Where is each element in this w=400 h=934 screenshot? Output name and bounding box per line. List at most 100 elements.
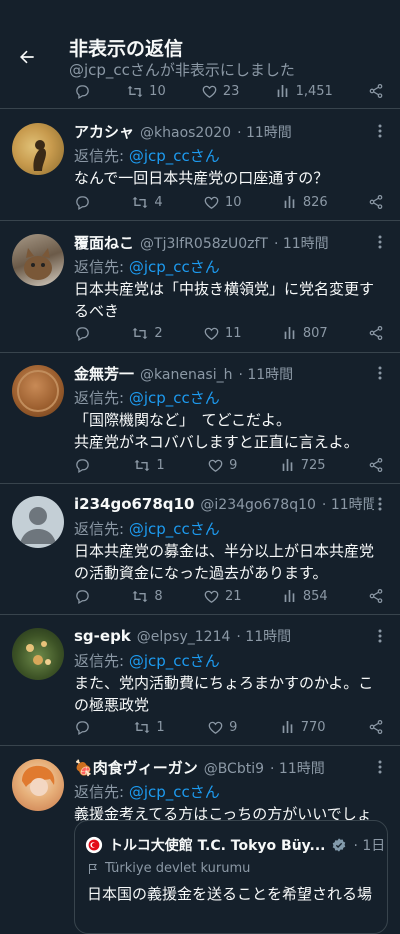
timestamp[interactable]: · 11時間	[237, 122, 292, 142]
reply-tweet[interactable]: アカシャ @khaos2020 · 11時間 返信先: @jcp_ccさん なん…	[0, 121, 400, 231]
like-button[interactable]: 11	[203, 325, 241, 342]
reply-button[interactable]	[74, 325, 91, 342]
avatar[interactable]	[12, 628, 64, 680]
heart-icon	[204, 590, 219, 603]
reply-icon	[76, 589, 89, 604]
display-name[interactable]: sg-epk	[74, 627, 131, 645]
tweet-actions: 2 11 807	[74, 323, 384, 343]
more-options-button[interactable]	[372, 363, 388, 383]
reply-tweet[interactable]: 🍖肉食ヴィーガン @BCbti9 · 11時間 返信先: @jcp_ccさん 義…	[0, 757, 400, 823]
display-name[interactable]: 🍖肉食ヴィーガン	[74, 757, 198, 778]
tweet-text: また、党内活動費にちょろまかすのかよ。この極悪政党	[74, 674, 374, 714]
more-options-button[interactable]	[372, 232, 388, 252]
user-handle[interactable]: @kanenasi_h	[140, 367, 232, 383]
retweet-button[interactable]: 2	[131, 325, 163, 342]
reply-button[interactable]	[74, 719, 91, 736]
views-button[interactable]: 770	[280, 719, 326, 735]
retweet-button[interactable]: 10	[126, 83, 166, 100]
retweet-button[interactable]: 1	[133, 719, 165, 736]
tweet-text: なんで一回日本共産党の口座通すの？	[74, 169, 329, 187]
timestamp[interactable]: · 11時間	[270, 758, 325, 778]
display-name[interactable]: アカシャ	[74, 121, 134, 142]
divider	[0, 745, 400, 746]
avatar[interactable]	[12, 496, 64, 548]
more-options-button[interactable]	[372, 494, 388, 514]
retweet-icon	[134, 459, 150, 471]
share-button[interactable]	[368, 719, 384, 735]
quoted-affiliation: Türkiye devlet kurumu	[87, 861, 250, 876]
retweet-icon	[134, 721, 150, 733]
views-icon	[284, 196, 295, 208]
like-button[interactable]: 10	[203, 194, 241, 211]
like-button[interactable]: 23	[201, 83, 239, 100]
share-icon	[369, 326, 383, 340]
reply-context: 返信先: @jcp_ccさん	[74, 783, 220, 801]
share-icon	[369, 195, 383, 209]
heart-icon	[208, 721, 223, 734]
user-handle[interactable]: @Tj3lfR058zU0zfT	[140, 236, 268, 252]
avatar[interactable]	[12, 365, 64, 417]
avatar[interactable]	[12, 123, 64, 175]
more-dots-icon	[378, 235, 382, 249]
like-button[interactable]: 9	[207, 457, 237, 474]
more-options-button[interactable]	[372, 757, 388, 777]
display-name[interactable]: i234go678q10	[74, 495, 194, 513]
reply-context: 返信先: @jcp_ccさん	[74, 389, 220, 407]
quoted-timestamp[interactable]: · 1日	[353, 835, 385, 855]
display-name[interactable]: 金無芳一	[74, 363, 134, 384]
reply-context: 返信先: @jcp_ccさん	[74, 652, 220, 670]
back-arrow-icon	[20, 50, 34, 64]
retweet-button[interactable]: 4	[131, 194, 163, 211]
default-profile-icon	[20, 507, 56, 544]
reply-to-handle[interactable]: @jcp_ccさん	[129, 147, 220, 165]
reply-to-handle[interactable]: @jcp_ccさん	[129, 520, 220, 538]
retweet-button[interactable]: 1	[133, 457, 165, 474]
back-button[interactable]	[10, 40, 44, 74]
user-handle[interactable]: @elpsy_1214	[137, 629, 231, 645]
more-dots-icon	[378, 497, 382, 511]
timestamp[interactable]: · 11時間	[274, 233, 329, 253]
divider	[0, 352, 400, 353]
retweet-count: 1	[156, 457, 165, 473]
views-icon	[284, 590, 295, 602]
more-options-button[interactable]	[372, 626, 388, 646]
reply-button[interactable]	[74, 194, 91, 211]
avatar[interactable]	[12, 234, 64, 286]
reply-to-handle[interactable]: @jcp_ccさん	[129, 652, 220, 670]
views-button[interactable]: 1,451	[275, 83, 333, 99]
quoted-display-name[interactable]: トルコ大使館 T.C. Tokyo Büy...	[109, 835, 325, 855]
share-button[interactable]	[368, 325, 384, 341]
heart-icon	[202, 85, 217, 98]
views-button[interactable]: 807	[282, 325, 328, 341]
reply-button[interactable]	[74, 457, 91, 474]
timestamp[interactable]: · 11時間	[238, 364, 293, 384]
share-button[interactable]	[368, 588, 384, 604]
avatar[interactable]	[12, 759, 64, 811]
reply-to-handle[interactable]: @jcp_ccさん	[129, 389, 220, 407]
reply-button[interactable]	[74, 83, 91, 100]
reply-to-handle[interactable]: @jcp_ccさん	[129, 783, 220, 801]
share-button[interactable]	[368, 457, 384, 473]
avatar-image	[22, 765, 55, 796]
views-button[interactable]: 826	[282, 194, 328, 210]
share-button[interactable]	[368, 83, 384, 99]
view-count: 1,451	[295, 83, 333, 99]
quoted-tweet-card[interactable]: トルコ大使館 T.C. Tokyo Büy... · 1日 Türkiye de…	[74, 820, 388, 934]
like-button[interactable]: 21	[203, 588, 241, 605]
display-name[interactable]: 覆面ねこ	[74, 232, 134, 253]
user-handle[interactable]: @i234go678q10	[200, 497, 316, 513]
views-button[interactable]: 854	[282, 588, 328, 604]
reply-button[interactable]	[74, 588, 91, 605]
timestamp[interactable]: · 11時間	[236, 626, 291, 646]
views-button[interactable]: 725	[280, 457, 326, 473]
more-options-button[interactable]	[372, 121, 388, 141]
share-button[interactable]	[368, 194, 384, 210]
tweet-text: 日本共産党は「中抜き横領党」に党名変更するべき	[74, 280, 375, 320]
like-button[interactable]: 9	[207, 719, 237, 736]
retweet-button[interactable]: 8	[131, 588, 163, 605]
user-handle[interactable]: @BCbti9	[204, 761, 264, 777]
user-handle[interactable]: @khaos2020	[140, 125, 231, 141]
reply-icon	[76, 458, 89, 473]
timestamp[interactable]: · 11時間	[322, 494, 374, 514]
reply-to-handle[interactable]: @jcp_ccさん	[129, 258, 220, 276]
